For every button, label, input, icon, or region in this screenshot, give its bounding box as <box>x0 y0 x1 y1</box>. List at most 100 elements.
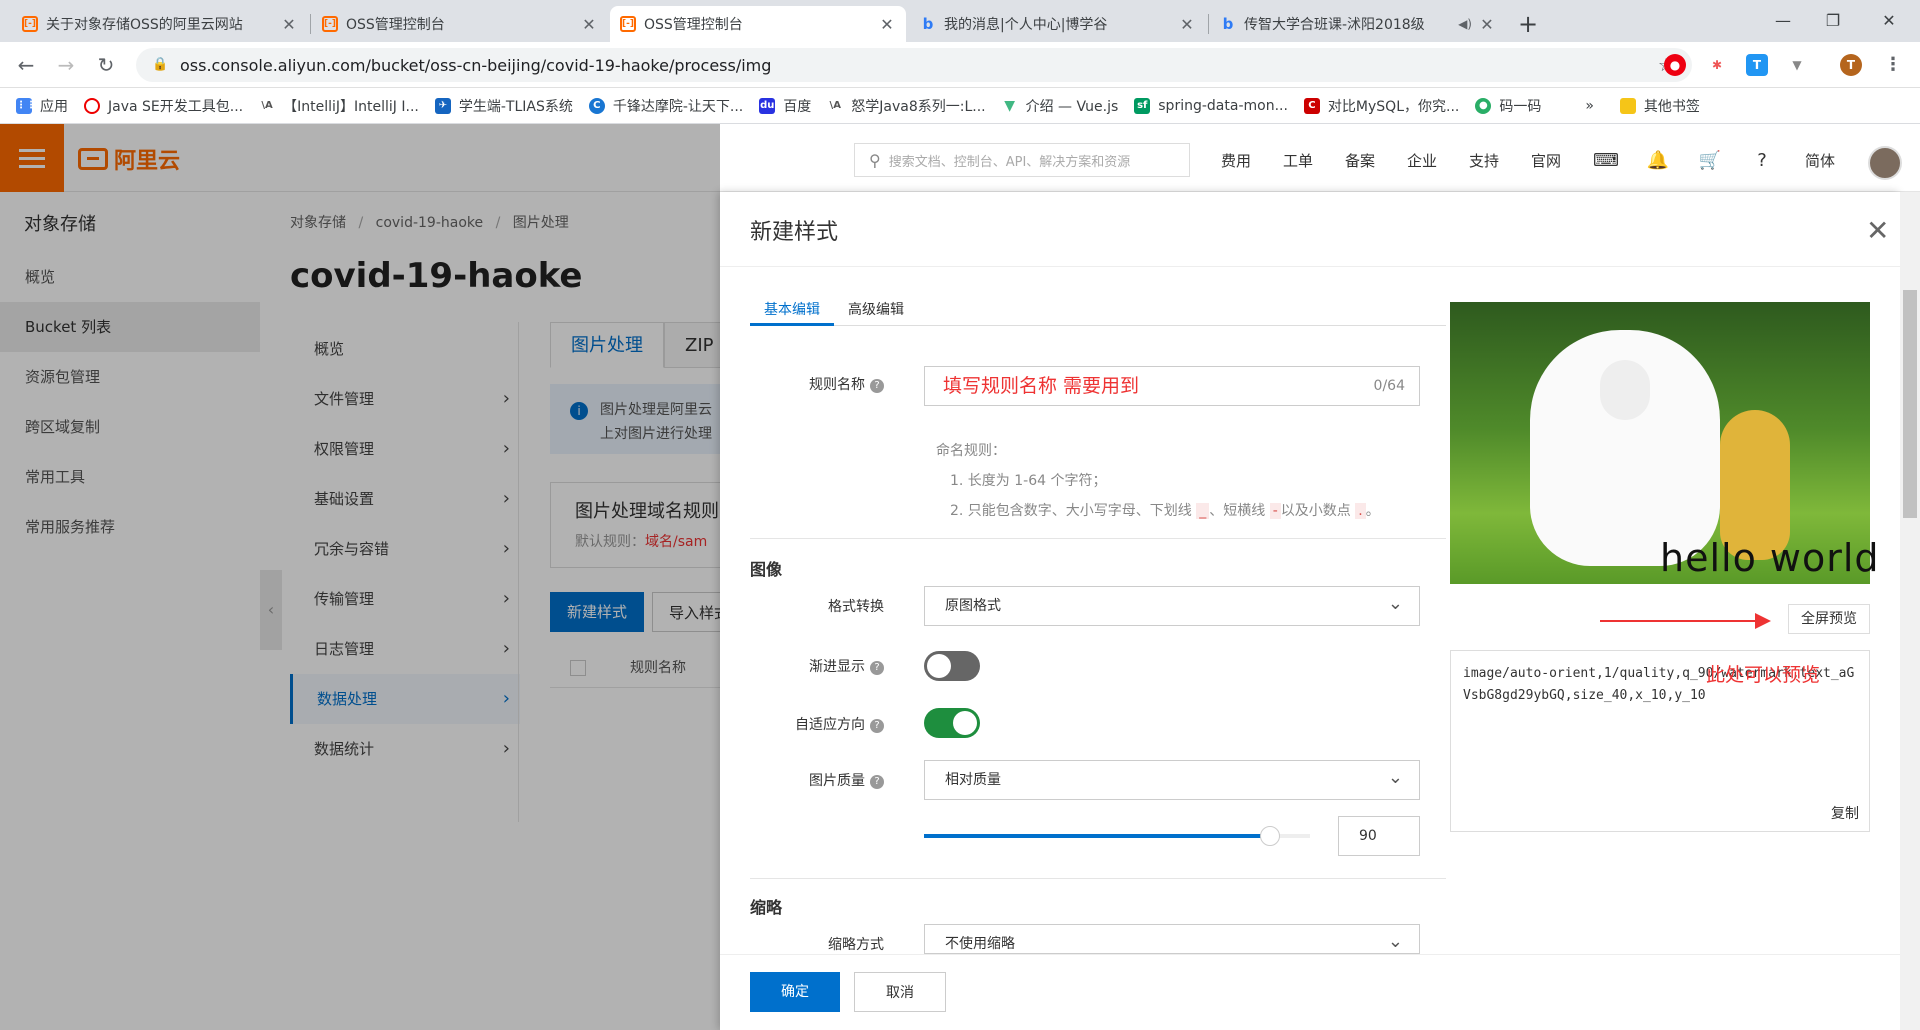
lock-icon[interactable]: 🔒 <box>152 57 168 73</box>
bookmark-item[interactable]: ▼ 介绍 — Vue.js <box>1001 96 1118 116</box>
user-avatar[interactable] <box>1868 146 1902 180</box>
terminal-icon[interactable]: ⌨ <box>1592 146 1620 176</box>
browser-tab-3-active[interactable]: [-] OSS管理控制台 ✕ <box>610 6 906 42</box>
browser-tab-2[interactable]: [-] OSS管理控制台 ✕ <box>312 6 608 42</box>
auto-orient-toggle[interactable] <box>924 708 980 738</box>
new-tab-button[interactable]: + <box>1514 11 1542 39</box>
modal-overlay[interactable] <box>0 124 720 1030</box>
drawer-close-icon[interactable]: ✕ <box>1866 214 1889 247</box>
close-tab-icon[interactable]: ✕ <box>1478 15 1496 34</box>
cart-icon[interactable]: 🛒 <box>1696 146 1724 176</box>
boxuegu-favicon-icon: b <box>1222 15 1234 33</box>
close-tab-icon[interactable]: ✕ <box>1178 15 1196 34</box>
preview-watermark-text: hello world <box>1660 536 1880 580</box>
auto-orient-label: 自适应方向? <box>724 714 884 734</box>
progressive-toggle[interactable] <box>924 651 980 681</box>
oracle-icon <box>84 97 100 114</box>
tab-title: 关于对象存储OSS的阿里云网站 <box>46 17 243 33</box>
back-icon[interactable]: ← <box>12 51 40 79</box>
tlias-icon: ✈ <box>434 97 451 114</box>
bookmark-item[interactable]: ✈ 学生端-TLIAS系统 <box>434 96 573 116</box>
extension-translate-icon[interactable]: T <box>1746 54 1768 76</box>
url-bar[interactable]: 🔒 oss.console.aliyun.com/bucket/oss-cn-b… <box>136 48 1692 82</box>
confirm-button[interactable]: 确定 <box>750 972 840 1012</box>
help-icon[interactable]: ? <box>870 661 884 675</box>
close-tab-icon[interactable]: ✕ <box>280 15 298 34</box>
nav-enterprise[interactable]: 企业 <box>1404 146 1440 176</box>
bookmark-item[interactable]: Java SE开发工具包... <box>84 96 243 116</box>
section-image-title: 图像 <box>750 560 783 579</box>
browser-tab-bar: [-] 关于对象存储OSS的阿里云网站 ✕ [-] OSS管理控制台 ✕ [-]… <box>0 0 1920 42</box>
nav-official[interactable]: 官网 <box>1528 146 1564 176</box>
extension-adblock-icon[interactable]: ● <box>1664 54 1686 76</box>
tab-advanced-edit[interactable]: 高级编辑 <box>834 298 918 326</box>
browser-tab-5[interactable]: b 传智大学合班课-沭阳2018级 ◀) ✕ <box>1210 6 1506 42</box>
window-close-icon[interactable]: ✕ <box>1866 6 1912 36</box>
drawer-scrollbar-thumb[interactable] <box>1903 290 1917 518</box>
nav-ticket[interactable]: 工单 <box>1280 146 1316 176</box>
nav-fee[interactable]: 费用 <box>1218 146 1254 176</box>
thumb-mode-label: 缩略方式 <box>828 937 884 953</box>
restore-icon[interactable]: ❐ <box>1810 6 1856 36</box>
preview-puppy-head <box>1600 360 1650 420</box>
console-search-input[interactable]: ⚲ 搜索文档、控制台、API、解决方案和资源 <box>854 143 1190 177</box>
copy-button[interactable]: 复制 <box>1831 803 1859 825</box>
bookmark-item[interactable]: \A 怒学Java8系列一:L... <box>827 96 986 116</box>
naming-rules: 命名规则： 1. 长度为 1-64 个字符； 2. 只能包含数字、大小写字母、下… <box>936 443 1380 519</box>
annotation-arrow-head <box>1755 613 1771 629</box>
bookmark-item[interactable]: sf spring-data-mon... <box>1134 97 1288 114</box>
help-icon[interactable]: ? <box>870 775 884 789</box>
bookmark-item[interactable]: C 千锋达摩院-让天下... <box>588 96 743 116</box>
annotation-arrow <box>1600 620 1760 622</box>
audio-playing-icon[interactable]: ◀) <box>1458 17 1472 31</box>
preview-annotation: 此处可以预览 <box>1706 664 1821 686</box>
close-tab-icon[interactable]: ✕ <box>878 15 896 34</box>
url-text: oss.console.aliyun.com/bucket/oss-cn-bei… <box>180 55 772 75</box>
bookmark-item[interactable]: \A 【IntelliJ】IntelliJ I... <box>259 96 419 116</box>
browser-menu-icon[interactable]: ⋮ <box>1882 54 1904 76</box>
other-bookmarks[interactable]: 其他书签 <box>1619 96 1700 116</box>
tab-title: OSS管理控制台 <box>644 17 743 33</box>
quality-mode-select[interactable]: 相对质量 ⌄ <box>924 760 1420 800</box>
intellij-icon: \A <box>259 97 276 114</box>
bookmark-item[interactable]: du 百度 <box>759 96 811 116</box>
tab-basic-edit[interactable]: 基本编辑 <box>750 298 834 326</box>
format-label: 格式转换 <box>828 599 884 615</box>
drawer-title: 新建样式 <box>750 220 839 245</box>
bookmark-item[interactable]: C 对比MySQL，你究... <box>1303 96 1459 116</box>
chevron-down-icon: ⌄ <box>1387 593 1403 614</box>
cancel-button[interactable]: 取消 <box>854 972 946 1012</box>
csdn-icon: C <box>1303 97 1320 114</box>
nav-icp[interactable]: 备案 <box>1342 146 1378 176</box>
forward-icon[interactable]: → <box>52 51 80 79</box>
browser-tab-4[interactable]: b 我的消息|个人中心|博学谷 ✕ <box>910 6 1206 42</box>
progressive-label: 渐进显示? <box>724 656 884 676</box>
language-switch[interactable]: 简体 <box>1802 146 1838 176</box>
bookmarks-bar: ⋮⋮ 应用 Java SE开发工具包... \A 【IntelliJ】Intelli… <box>0 88 1920 124</box>
close-tab-icon[interactable]: ✕ <box>580 15 598 34</box>
qianfeng-icon: C <box>588 97 605 114</box>
help-icon[interactable]: ? <box>870 719 884 733</box>
quality-input[interactable]: 90 <box>1338 816 1420 856</box>
bookmark-item[interactable]: ⋮⋮ 应用 <box>16 96 68 116</box>
rule-name-input[interactable]: 填写规则名称 需要用到 0/64 <box>924 366 1420 406</box>
minimize-icon[interactable]: — <box>1760 6 1806 36</box>
bookmarks-overflow-button[interactable]: » <box>1585 98 1594 114</box>
bell-icon[interactable]: 🔔 <box>1644 146 1672 176</box>
reload-icon[interactable]: ↻ <box>92 51 120 79</box>
search-icon: ⚲ <box>869 150 881 170</box>
bookmark-item[interactable]: ● 码一码 <box>1475 96 1541 116</box>
quality-slider-handle[interactable] <box>1260 826 1280 846</box>
extension-share-icon[interactable]: ✱ <box>1706 54 1728 76</box>
wechat-icon: ● <box>1475 97 1492 114</box>
help-icon[interactable]: ? <box>870 379 884 393</box>
profile-avatar-icon[interactable]: T <box>1840 54 1862 76</box>
fullscreen-preview-button[interactable]: 全屏预览 <box>1788 604 1870 634</box>
thumb-mode-select[interactable]: 不使用缩略 ⌄ <box>924 924 1420 954</box>
format-select[interactable]: 原图格式 ⌄ <box>924 586 1420 626</box>
help-icon[interactable]: ? <box>1748 146 1776 176</box>
browser-tab-1[interactable]: [-] 关于对象存储OSS的阿里云网站 ✕ <box>12 6 308 42</box>
extension-vue-icon[interactable]: ▼ <box>1786 54 1808 76</box>
nav-support[interactable]: 支持 <box>1466 146 1502 176</box>
chevron-down-icon: ⌄ <box>1387 767 1403 788</box>
